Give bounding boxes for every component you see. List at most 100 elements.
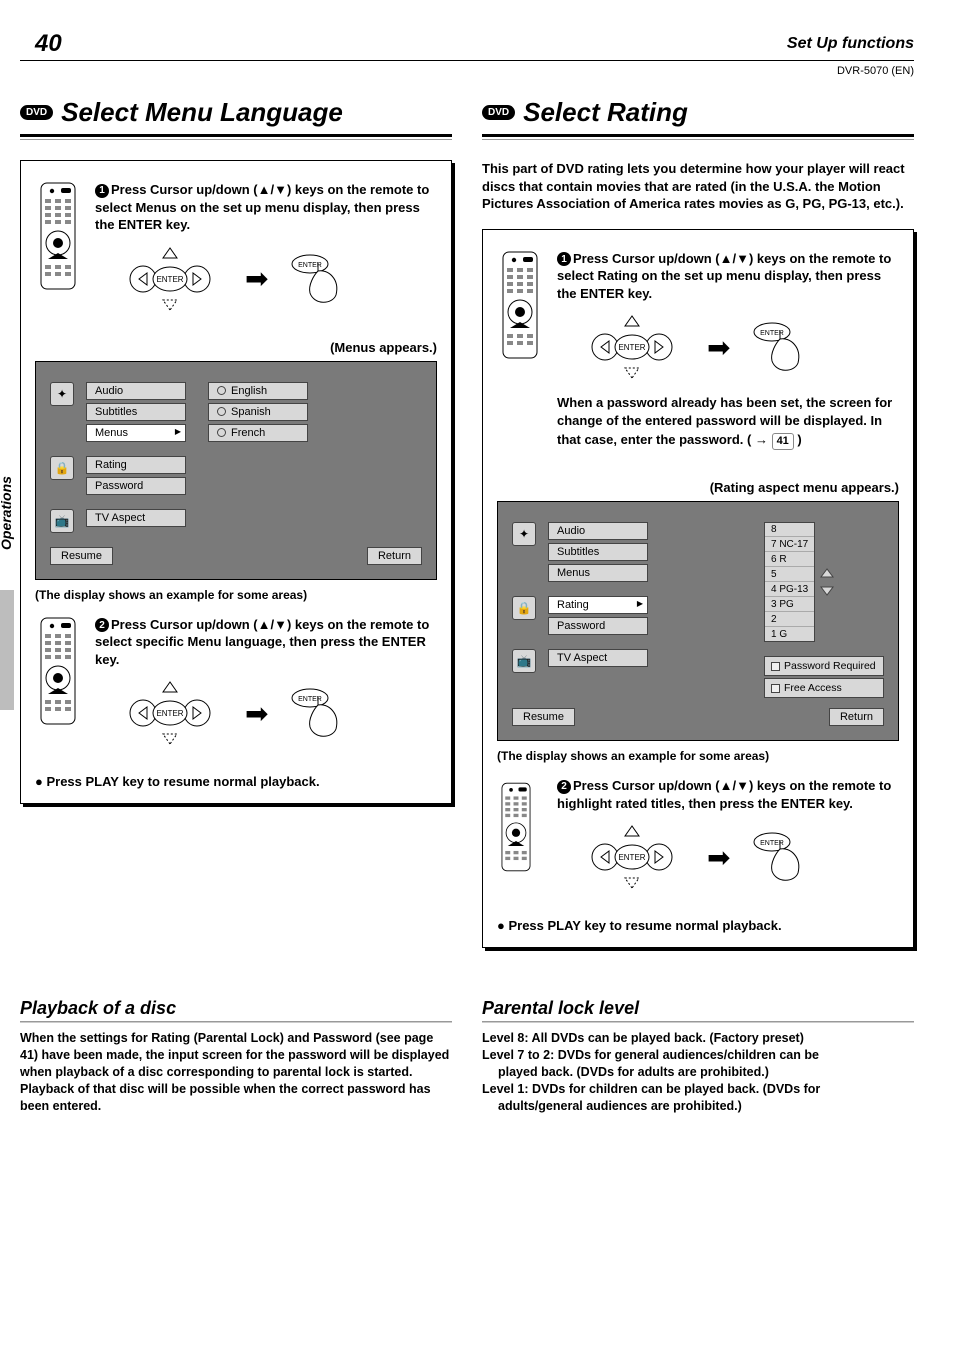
password-note: When a password already has been set, th… <box>557 394 899 450</box>
rating-level-8: 8 <box>765 523 814 537</box>
step-number-1: 1 <box>95 184 109 198</box>
step-number-1: 1 <box>557 252 571 266</box>
top-bar: 40 Set Up functions <box>20 30 914 61</box>
lock-icon: 🔒 <box>512 596 536 620</box>
osd-menus: Menus <box>548 564 648 582</box>
rating-level-2: 2 <box>765 613 814 627</box>
menus-appears-label: (Menus appears.) <box>35 340 437 355</box>
step1-text: Press Cursor up/down (▲/▼) keys on the r… <box>95 182 429 232</box>
osd-return-button: Return <box>829 708 884 726</box>
dvd-chip-icon: DVD <box>482 105 515 120</box>
hand-press-enter-icon: ENTER <box>288 683 348 743</box>
osd-subtitles: Subtitles <box>548 543 648 561</box>
rating-level-3: 3 PG <box>765 598 814 612</box>
osd-tvaspect: TV Aspect <box>86 509 186 527</box>
playback-of-disc-body: When the settings for Rating (Parental L… <box>20 1030 452 1114</box>
parental-lock-level-heading: Parental lock level <box>482 998 914 1019</box>
svg-text:ENTER: ENTER <box>618 343 645 352</box>
heading-select-rating: Select Rating <box>523 97 688 128</box>
level1-line-a: Level 1: DVDs for children can be played… <box>482 1081 914 1098</box>
osd-opt-spanish: Spanish <box>208 403 308 421</box>
arrow-right-icon: ➡ <box>245 262 268 295</box>
remote-icon <box>35 181 81 322</box>
hand-press-enter-icon: ENTER <box>750 317 810 377</box>
osd-audio: Audio <box>548 522 648 540</box>
globe-icon: ✦ <box>50 382 74 406</box>
osd-password: Password <box>86 477 186 495</box>
section-title: Set Up functions <box>787 35 914 53</box>
osd-tvaspect: TV Aspect <box>548 649 648 667</box>
level1-line-b: adults/general audiences are prohibited.… <box>482 1098 914 1115</box>
step1-text-right: Press Cursor up/down (▲/▼) keys on the r… <box>557 251 891 301</box>
dvd-chip-icon: DVD <box>20 105 53 120</box>
osd-opt-french: French <box>208 424 308 442</box>
remote-icon <box>497 777 543 900</box>
up-down-arrows-icon <box>819 567 835 597</box>
heading-underline <box>20 134 452 137</box>
osd-subtitles: Subtitles <box>86 403 186 421</box>
sidebar-operations-label: Operations <box>0 476 14 550</box>
step2-text-right: Press Cursor up/down (▲/▼) keys on the r… <box>557 778 891 811</box>
osd-menus-selected: Menus <box>86 424 186 442</box>
example-caption-left: (The display shows an example for some a… <box>35 588 437 602</box>
sub-underline <box>482 1021 914 1022</box>
heading-select-menu-language: Select Menu Language <box>61 97 343 128</box>
rating-level-7: 7 NC-17 <box>765 538 814 552</box>
globe-icon: ✦ <box>512 522 536 546</box>
step-number-2: 2 <box>95 618 109 632</box>
tv-icon: 📺 <box>512 649 536 673</box>
rating-level-6: 6 R <box>765 553 814 567</box>
rating-level-4: 4 PG-13 <box>765 583 814 597</box>
procedure-box-right: 1Press Cursor up/down (▲/▼) keys on the … <box>482 229 914 949</box>
svg-text:ENTER: ENTER <box>156 275 183 284</box>
osd-return-button: Return <box>367 547 422 565</box>
rating-level-5: 5 <box>765 568 814 582</box>
procedure-box-left: 1Press Cursor up/down (▲/▼) keys on the … <box>20 160 452 804</box>
arrow-right-icon: ➡ <box>707 331 730 364</box>
osd-rating-screenshot: ✦ Audio Subtitles Menus 🔒 Rati <box>497 501 899 741</box>
playback-of-disc-heading: Playback of a disc <box>20 998 452 1019</box>
cursor-enter-diagram: ENTER ➡ ENTER <box>115 678 437 748</box>
osd-rating-selected: Rating <box>548 596 648 614</box>
tv-icon: 📺 <box>50 509 74 533</box>
hand-press-enter-icon: ENTER <box>750 827 810 887</box>
osd-password-required: Password Required <box>764 656 884 676</box>
cursor-enter-diagram: ENTER ➡ ENTER <box>577 822 899 892</box>
rating-intro-text: This part of DVD rating lets you determi… <box>482 160 914 213</box>
level8-line: Level 8: All DVDs can be played back. (F… <box>482 1030 914 1047</box>
svg-text:ENTER: ENTER <box>618 853 645 862</box>
step-number-2: 2 <box>557 780 571 794</box>
heading-underline <box>482 134 914 137</box>
osd-rating: Rating <box>86 456 186 474</box>
step2-text: Press Cursor up/down (▲/▼) keys on the r… <box>95 617 429 667</box>
osd-opt-english: English <box>208 382 308 400</box>
hand-press-enter-icon: ENTER <box>288 249 348 309</box>
page-number: 40 <box>20 30 62 58</box>
svg-text:ENTER: ENTER <box>156 709 183 718</box>
level72-line-a: Level 7 to 2: DVDs for general audiences… <box>482 1047 914 1064</box>
rating-level-1: 1 G <box>765 628 814 641</box>
level72-line-b: played back. (DVDs for adults are prohib… <box>482 1064 914 1081</box>
resume-playback-bullet: ● Press PLAY key to resume normal playba… <box>497 918 899 933</box>
osd-resume-button: Resume <box>50 547 113 565</box>
sub-underline <box>20 1021 452 1022</box>
remote-icon <box>497 250 543 462</box>
heading-underline-thin <box>20 139 452 140</box>
osd-menus-screenshot: ✦ Audio Subtitles Menus English Spanish … <box>35 361 437 580</box>
arrow-right-icon: ➡ <box>245 697 268 730</box>
remote-icon <box>35 616 81 757</box>
osd-password: Password <box>548 617 648 635</box>
osd-resume-button: Resume <box>512 708 575 726</box>
resume-playback-bullet: ● Press PLAY key to resume normal playba… <box>35 774 437 789</box>
side-tab <box>0 590 14 710</box>
osd-audio: Audio <box>86 382 186 400</box>
cursor-enter-diagram: ENTER ➡ ENTER <box>577 312 899 382</box>
lock-icon: 🔒 <box>50 456 74 480</box>
arrow-right-icon: ➡ <box>707 841 730 874</box>
page-ref-41: 41 <box>772 433 794 450</box>
heading-underline-thin <box>482 139 914 140</box>
rating-appears-label: (Rating aspect menu appears.) <box>497 480 899 495</box>
cursor-enter-diagram: ENTER ➡ ENTER <box>115 244 437 314</box>
example-caption-right: (The display shows an example for some a… <box>497 749 899 763</box>
osd-free-access: Free Access <box>764 678 884 698</box>
